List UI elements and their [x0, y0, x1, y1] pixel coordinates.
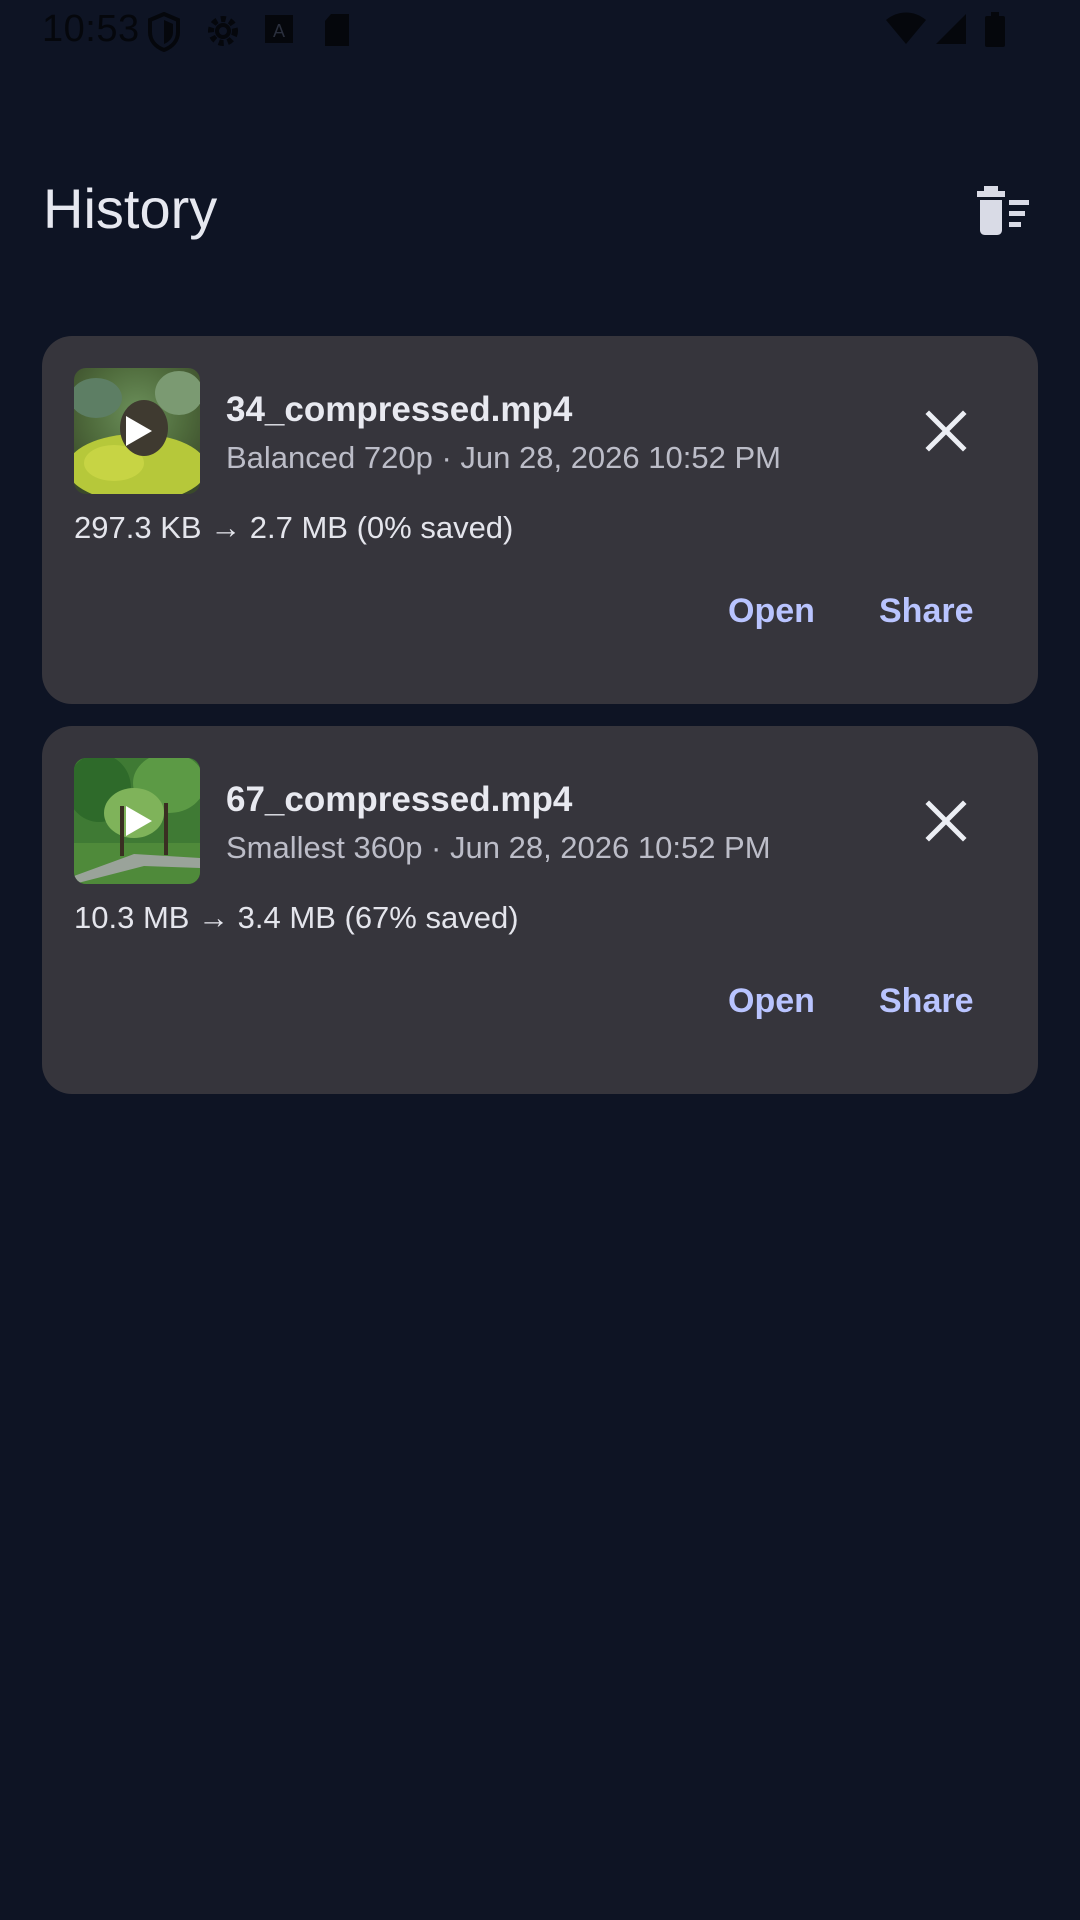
- close-icon: [925, 800, 967, 842]
- signal-icon: [934, 12, 968, 51]
- sd-card-icon: [322, 12, 352, 53]
- shield-icon: [146, 11, 182, 57]
- app-a-icon: A: [264, 12, 294, 51]
- video-thumbnail[interactable]: [74, 368, 200, 494]
- share-button[interactable]: Share: [879, 592, 974, 631]
- open-button[interactable]: Open: [728, 982, 815, 1021]
- wifi-icon: [886, 12, 926, 51]
- remove-item-button[interactable]: [917, 792, 975, 850]
- remove-item-button[interactable]: [917, 402, 975, 460]
- play-icon: [126, 416, 152, 446]
- delete-sweep-icon: [977, 186, 1029, 235]
- size-summary: 10.3 MB → 3.4 MB (67% saved): [74, 900, 519, 935]
- status-bar: 10:53 A: [0, 0, 1080, 64]
- page-title: History: [43, 177, 218, 240]
- svg-text:A: A: [273, 21, 285, 41]
- share-button[interactable]: Share: [879, 982, 974, 1021]
- file-meta: Smallest 360p · Jun 28, 2026 10:52 PM: [226, 830, 771, 865]
- status-time: 10:53: [42, 8, 140, 50]
- open-button[interactable]: Open: [728, 592, 815, 631]
- file-name: 34_compressed.mp4: [226, 390, 573, 429]
- video-thumbnail[interactable]: [74, 758, 200, 884]
- close-icon: [925, 410, 967, 452]
- file-name: 67_compressed.mp4: [226, 780, 573, 819]
- history-item: 34_compressed.mp4 Balanced 720p · Jun 28…: [42, 336, 1038, 704]
- file-meta: Balanced 720p · Jun 28, 2026 10:52 PM: [226, 440, 781, 475]
- gear-icon: [204, 12, 242, 55]
- play-icon: [126, 806, 152, 836]
- battery-icon: [984, 12, 1006, 53]
- size-summary: 297.3 KB → 2.7 MB (0% saved): [74, 510, 514, 545]
- history-item: 67_compressed.mp4 Smallest 360p · Jun 28…: [42, 726, 1038, 1094]
- clear-history-button[interactable]: [972, 180, 1034, 242]
